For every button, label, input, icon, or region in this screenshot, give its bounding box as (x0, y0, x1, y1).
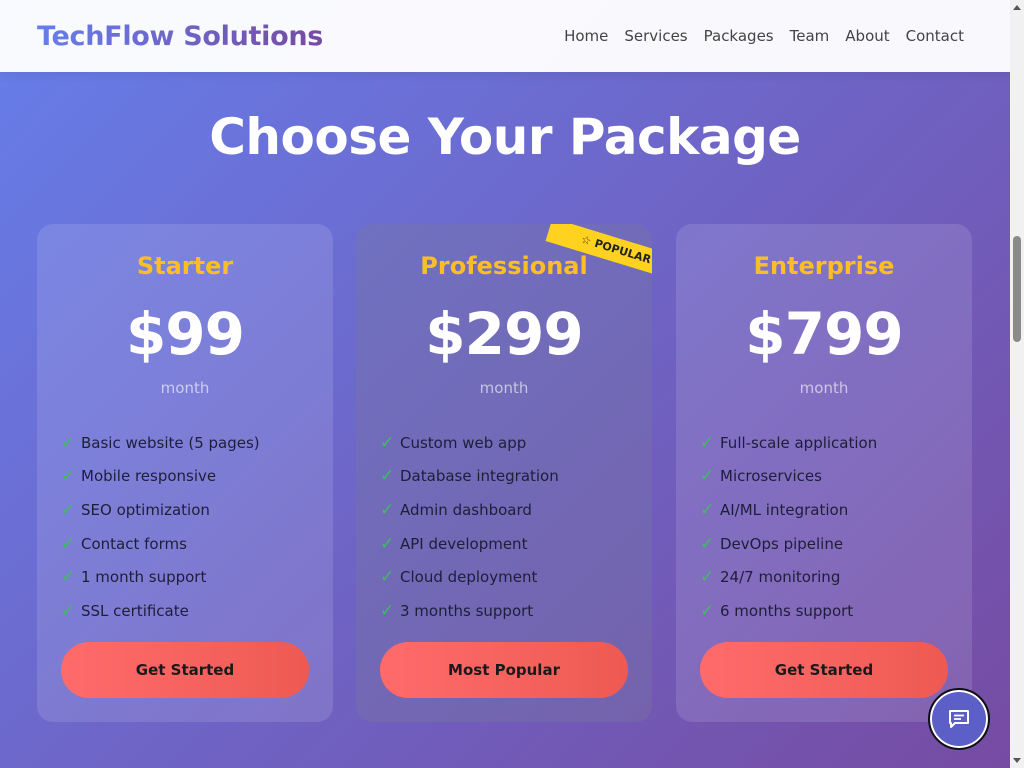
nav-team[interactable]: Team (790, 27, 830, 45)
nav-services[interactable]: Services (624, 27, 687, 45)
feature-label: Database integration (400, 467, 559, 486)
feature-label: API development (400, 534, 528, 553)
check-icon: ✓ (380, 466, 395, 487)
plan-name: Starter (136, 252, 234, 280)
check-icon: ✓ (61, 600, 76, 621)
plan-card-starter: Starter $99 month ✓ Basic website (5 page… (37, 224, 333, 722)
feature-item: ✓ DevOps pipeline (700, 527, 877, 561)
feature-item: ✓ Full-scale application (700, 426, 877, 460)
get-started-button-starter[interactable]: Get Started (61, 642, 309, 698)
feature-list: ✓ Custom web app ✓ Database integration ✓ A… (380, 426, 559, 628)
feature-item: ✓ 24/7 monitoring (700, 560, 877, 594)
plan-card-enterprise: Enterprise $799 month ✓ Full-scale applic… (676, 224, 972, 722)
check-icon: ✓ (380, 499, 395, 520)
get-started-button-enterprise[interactable]: Get Started (700, 642, 948, 698)
check-icon: ✓ (61, 499, 76, 520)
nav-contact[interactable]: Contact (906, 27, 964, 45)
feature-label: Contact forms (81, 534, 187, 553)
check-icon: ✓ (61, 466, 76, 487)
plan-name: Enterprise (753, 252, 895, 280)
scroll-up-arrow-icon[interactable] (1013, 5, 1021, 10)
feature-label: AI/ML integration (720, 500, 849, 519)
feature-item: ✓ Mobile responsive (61, 460, 260, 494)
feature-item: ✓ SSL certificate (61, 594, 260, 628)
check-icon: ✓ (380, 533, 395, 554)
plan-price: $99 (125, 300, 245, 368)
most-popular-button[interactable]: Most Popular (380, 642, 628, 698)
check-icon: ✓ (700, 600, 715, 621)
plan-period: month (479, 379, 529, 397)
feature-label: SEO optimization (81, 500, 210, 519)
check-icon: ✓ (380, 600, 395, 621)
nav-home[interactable]: Home (564, 27, 608, 45)
feature-label: SSL certificate (81, 601, 189, 620)
scroll-thumb[interactable] (1013, 236, 1021, 342)
feature-item: ✓ Cloud deployment (380, 560, 559, 594)
feature-item: ✓ SEO optimization (61, 493, 260, 527)
check-icon: ✓ (700, 533, 715, 554)
feature-item: ✓ Contact forms (61, 527, 260, 561)
check-icon: ✓ (700, 499, 715, 520)
page: TechFlow Solutions Home Services Package… (0, 0, 1010, 768)
chat-icon (949, 710, 969, 728)
feature-item: ✓ AI/ML integration (700, 493, 877, 527)
feature-item: ✓ Custom web app (380, 426, 559, 460)
check-icon: ✓ (61, 567, 76, 588)
feature-label: Mobile responsive (81, 467, 217, 486)
feature-item: ✓ 6 months support (700, 594, 877, 628)
plan-name: Professional (420, 252, 588, 280)
site-header: TechFlow Solutions Home Services Package… (0, 0, 1010, 72)
brand-logo[interactable]: TechFlow Solutions (37, 21, 323, 52)
check-icon: ✓ (700, 432, 715, 453)
plan-period: month (160, 379, 210, 397)
feature-item: ✓ Admin dashboard (380, 493, 559, 527)
feature-list: ✓ Full-scale application ✓ Microservices ✓… (700, 426, 877, 628)
feature-label: Full-scale application (720, 433, 878, 452)
check-icon: ✓ (380, 432, 395, 453)
feature-label: 24/7 monitoring (720, 568, 841, 587)
chat-button[interactable] (928, 688, 990, 750)
feature-label: Custom web app (400, 433, 527, 452)
feature-item: ✓ Basic website (5 pages) (61, 426, 260, 460)
plan-price: $799 (745, 300, 903, 368)
check-icon: ✓ (700, 567, 715, 588)
feature-label: 3 months support (400, 601, 534, 620)
nav-packages[interactable]: Packages (704, 27, 774, 45)
plan-period: month (799, 379, 849, 397)
plan-price: $299 (425, 300, 583, 368)
star-icon: ☆ (579, 232, 593, 249)
check-icon: ✓ (61, 533, 76, 554)
feature-label: Admin dashboard (400, 500, 532, 519)
check-icon: ✓ (61, 432, 76, 453)
check-icon: ✓ (700, 466, 715, 487)
feature-label: 1 month support (81, 568, 207, 587)
feature-item: ✓ API development (380, 527, 559, 561)
feature-label: Cloud deployment (400, 568, 538, 587)
feature-label: 6 months support (720, 601, 854, 620)
scrollbar[interactable] (1010, 0, 1024, 768)
nav-about[interactable]: About (845, 27, 889, 45)
feature-item: ✓ Microservices (700, 460, 877, 494)
feature-label: DevOps pipeline (720, 534, 844, 553)
plan-card-professional: ☆POPULAR Professional $299 month ✓ Custom… (356, 224, 652, 722)
feature-list: ✓ Basic website (5 pages) ✓ Mobile respons… (61, 426, 260, 628)
feature-label: Microservices (720, 467, 822, 486)
feature-item: ✓ 1 month support (61, 560, 260, 594)
scroll-down-arrow-icon[interactable] (1013, 758, 1021, 763)
check-icon: ✓ (380, 567, 395, 588)
feature-item: ✓ 3 months support (380, 594, 559, 628)
page-title: Choose Your Package (209, 108, 801, 166)
main-nav: Home Services Packages Team About Contac… (564, 27, 964, 45)
feature-item: ✓ Database integration (380, 460, 559, 494)
feature-label: Basic website (5 pages) (81, 433, 260, 452)
